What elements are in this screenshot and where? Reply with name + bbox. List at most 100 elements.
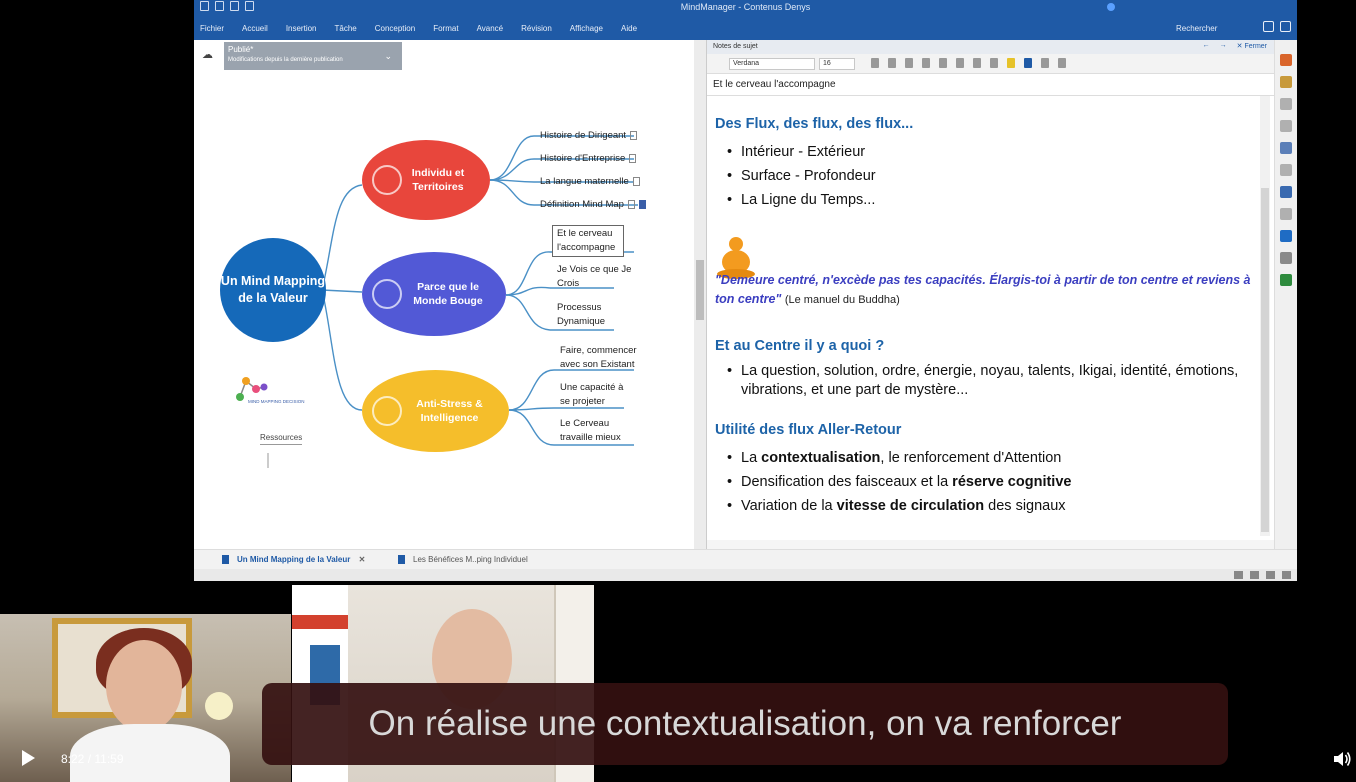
image-icon[interactable] — [1058, 58, 1066, 68]
leaf-capacite[interactable]: Une capacité à se projeter — [560, 381, 630, 409]
list-item: Surface - Profondeur — [715, 164, 1255, 188]
play-button[interactable] — [22, 750, 35, 766]
leaf-label: La langue maternelle — [540, 176, 629, 187]
logo-text: MIND MAPPING DECISION — [248, 399, 305, 404]
outdent-icon[interactable] — [990, 58, 998, 68]
lock-icon[interactable] — [1280, 98, 1292, 110]
italic-icon[interactable] — [888, 58, 896, 68]
leaf-label: Je Vois ce que Je Crois — [557, 264, 632, 289]
bold-icon[interactable] — [871, 58, 879, 68]
calendar-icon[interactable] — [1280, 76, 1292, 88]
leaf-histoire-dirigeant[interactable]: Histoire de Dirigeant — [540, 129, 638, 143]
underline-icon[interactable] — [905, 58, 913, 68]
align-icon[interactable] — [922, 58, 930, 68]
face — [106, 640, 182, 732]
leaf-cerveau-selected[interactable]: Et le cerveau l'accompagne — [552, 225, 624, 257]
menu-item[interactable]: Aide — [621, 24, 637, 33]
tab-label: Un Mind Mapping de la Valeur — [237, 555, 351, 564]
view-icon[interactable] — [1266, 571, 1275, 579]
note-icon — [629, 153, 637, 163]
status-bar — [194, 569, 1297, 581]
ressources-topic[interactable]: Ressources — [260, 433, 303, 445]
branch-antistress[interactable]: Anti-Stress & Intelligence — [362, 370, 509, 452]
pane-splitter[interactable] — [694, 40, 706, 556]
search-icon[interactable] — [1280, 164, 1292, 176]
lamp — [205, 692, 233, 720]
leaf-processus[interactable]: Processus Dynamique — [557, 301, 627, 329]
menu-item[interactable]: Format — [433, 24, 458, 33]
bold-text: contextualisation — [761, 450, 881, 466]
font-size-select[interactable]: 16 — [819, 58, 855, 70]
leaf-label: Processus Dynamique — [557, 302, 606, 327]
tab-benefices[interactable]: Les Bénéfices M..ping Individuel — [398, 555, 528, 565]
zoom-icon[interactable] — [1250, 571, 1259, 579]
menu-item[interactable]: Affichage — [570, 24, 603, 33]
menu-item[interactable]: Tâche — [335, 24, 357, 33]
mind-map-canvas[interactable]: ☁ Publié* Modifications depuis la derniè… — [194, 40, 702, 540]
library-icon[interactable] — [1280, 142, 1292, 154]
close-panel-button[interactable]: ✕ Fermer — [1237, 42, 1267, 50]
font-select[interactable]: Verdana — [729, 58, 815, 70]
tag-icon[interactable] — [1280, 54, 1292, 66]
scrollbar-thumb[interactable] — [1261, 188, 1269, 532]
account-avatar[interactable] — [1107, 3, 1115, 11]
save-menu-icon[interactable] — [1263, 21, 1274, 32]
notes-scrollbar[interactable] — [1260, 96, 1270, 536]
map-parts-icon[interactable] — [1280, 208, 1292, 220]
filter-icon[interactable] — [1234, 571, 1243, 579]
webcam-participant-1 — [0, 614, 291, 782]
branch-individu[interactable]: Individu et Territoires — [362, 140, 490, 220]
menu-item[interactable]: Fichier — [200, 24, 224, 33]
mindmanager-window: MindManager - Contenus Denys Fichier Accu… — [194, 0, 1297, 581]
text: La — [741, 450, 762, 466]
close-icon[interactable]: ✕ — [359, 555, 366, 564]
notes-content[interactable]: Des Flux, des flux, des flux... Intérieu… — [715, 116, 1255, 518]
table-icon[interactable] — [1041, 58, 1049, 68]
ribbon-menu: Fichier Accueil Insertion Tâche Conception Fo… — [194, 16, 1297, 40]
bold-text: vitesse de circulation — [836, 498, 985, 514]
properties-icon[interactable] — [1280, 186, 1292, 198]
tab-un-mind-mapping[interactable]: Un Mind Mapping de la Valeur ✕ — [222, 555, 366, 565]
help-icon[interactable] — [1280, 21, 1291, 32]
brain-icon — [372, 396, 402, 426]
search-box[interactable]: Rechercher — [1176, 24, 1217, 33]
share-icon[interactable] — [1280, 120, 1292, 132]
leaf-definition[interactable]: Définition Mind Map — [540, 198, 646, 212]
bullet-list-icon[interactable] — [939, 58, 947, 68]
fit-icon[interactable] — [1282, 571, 1291, 579]
highlight-icon[interactable] — [1007, 58, 1015, 68]
numbered-list-icon[interactable] — [956, 58, 964, 68]
menu-item[interactable]: Accueil — [242, 24, 268, 33]
menu-item[interactable]: Conception — [375, 24, 415, 33]
leaf-faire[interactable]: Faire, commencer avec son Existant — [560, 344, 652, 372]
arrow-left-icon[interactable]: ← — [1203, 42, 1210, 50]
notes-topic-title: Et le cerveau l'accompagne — [707, 74, 1275, 96]
settings-icon[interactable] — [1280, 252, 1292, 264]
menu-item[interactable]: Avancé — [477, 24, 504, 33]
close-label: Fermer — [1244, 43, 1267, 50]
leaf-langue[interactable]: La langue maternelle — [540, 175, 640, 189]
leaf-label: Et le cerveau l'accompagne — [557, 228, 616, 253]
list-item: Intérieur - Extérieur — [715, 140, 1255, 164]
bullet-list: La question, solution, ordre, énergie, n… — [715, 362, 1255, 400]
splitter-thumb[interactable] — [696, 260, 704, 320]
volume-icon[interactable] — [1332, 749, 1352, 769]
branch-label: Individu et Territoires — [411, 166, 465, 193]
list-item: La contextualisation, le renforcement d'… — [715, 446, 1255, 470]
indent-icon[interactable] — [973, 58, 981, 68]
outlook-icon[interactable] — [1280, 230, 1292, 242]
mind-mapping-decision-logo[interactable]: MIND MAPPING DECISION — [234, 375, 334, 415]
menu-item[interactable]: Révision — [521, 24, 552, 33]
leaf-label: Histoire de Dirigeant — [540, 130, 627, 141]
branch-monde[interactable]: Parce que le Monde Bouge — [362, 252, 506, 336]
font-color-icon[interactable] — [1024, 58, 1032, 68]
leaf-cerveau-mieux[interactable]: Le Cerveau travaille mieux — [560, 417, 636, 445]
video-player[interactable]: MindManager - Contenus Denys Fichier Accu… — [0, 0, 1356, 782]
leaf-histoire-entreprise[interactable]: Histoire d'Entreprise — [540, 152, 637, 166]
central-topic[interactable]: Un Mind Mapping de la Valeur — [220, 238, 326, 342]
excel-icon[interactable] — [1280, 274, 1292, 286]
bold-text: réserve cognitive — [952, 474, 1072, 490]
leaf-je-vois[interactable]: Je Vois ce que Je Crois — [557, 263, 637, 291]
arrow-right-icon[interactable]: → — [1220, 42, 1227, 50]
menu-item[interactable]: Insertion — [286, 24, 317, 33]
